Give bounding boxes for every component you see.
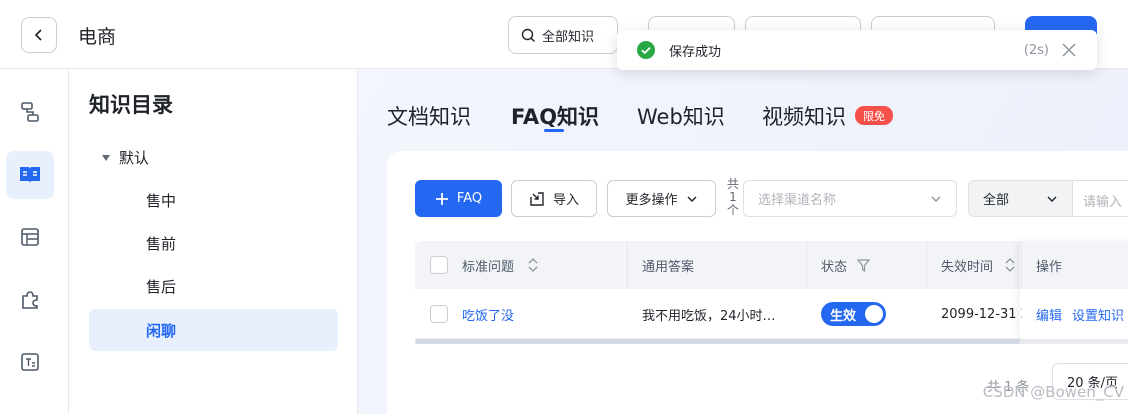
row-checkbox[interactable]: [430, 305, 448, 323]
close-icon[interactable]: [1061, 42, 1077, 58]
faq-card: FAQ 导入 更多操作 共 1 个 选择渠道名称 全部 请输入 标准问题 通用答…: [387, 151, 1128, 414]
back-button[interactable]: [21, 17, 57, 53]
chevron-down-icon: [687, 196, 696, 202]
rail-item-flow[interactable]: [6, 88, 54, 136]
column-header-label: 标准问题: [462, 259, 515, 275]
plus-icon: [435, 192, 448, 205]
faq-table: 标准问题 通用答案 状态 失效时间 操作 吃饭了没 我不用吃饭，24小时… 生效…: [415, 241, 1128, 345]
question-link[interactable]: 吃饭了没: [462, 305, 514, 324]
cell-answer: 我不用吃饭，24小时…: [642, 308, 776, 324]
add-faq-label: FAQ: [456, 191, 483, 206]
filter-icon[interactable]: [857, 258, 871, 272]
catalog-item[interactable]: 售前: [89, 222, 338, 264]
total-count: 共 1 个: [727, 178, 739, 217]
select-all-checkbox[interactable]: [430, 256, 448, 274]
column-header-status: 状态: [807, 241, 927, 289]
horizontal-scrollbar[interactable]: [415, 339, 1128, 344]
filter-select-value: 全部: [983, 193, 1010, 208]
catalog-root-node[interactable]: 默认: [101, 147, 149, 168]
search-input[interactable]: 请输入: [1083, 191, 1122, 210]
catalog-item[interactable]: 售中: [89, 179, 338, 221]
watermark: CSDN @Bowen_CV: [982, 383, 1124, 401]
active-tab-indicator: [544, 129, 564, 132]
caret-down-icon: [102, 154, 110, 161]
rail-item-plugin[interactable]: [6, 276, 54, 324]
app-window: 电商 全部知识 发布 保存成功 (2s): [0, 0, 1128, 414]
catalog-item-label: 售中: [146, 191, 177, 210]
rail-item-knowledge[interactable]: [6, 151, 54, 199]
column-header-expiry[interactable]: 失效时间: [927, 241, 1022, 289]
tab-video[interactable]: 视频知识: [762, 101, 846, 131]
tab-faq[interactable]: FAQ知识: [511, 101, 599, 131]
channel-select[interactable]: 选择渠道名称: [743, 180, 957, 217]
column-header-label: 失效时间: [941, 259, 994, 275]
free-badge: 限免: [855, 106, 893, 125]
add-faq-button[interactable]: FAQ: [415, 180, 502, 217]
scrollbar-thumb[interactable]: [415, 339, 1020, 344]
column-header-label: 通用答案: [642, 259, 695, 275]
cell-question: 吃饭了没: [430, 289, 628, 339]
status-toggle[interactable]: 生效: [821, 302, 886, 326]
success-toast: 保存成功 (2s): [617, 30, 1097, 70]
knowledge-catalog: 知识目录 默认 售中 售前 售后 闲聊: [69, 69, 358, 414]
filter-select[interactable]: 全部: [969, 181, 1073, 216]
sticky-column-shadow: [1020, 241, 1128, 339]
column-header-question[interactable]: 标准问题: [415, 241, 628, 289]
catalog-item-label: 售前: [146, 234, 177, 253]
chevron-left-icon: [34, 29, 42, 41]
check-circle-icon: [637, 41, 655, 59]
flow-icon: [21, 102, 39, 122]
catalog-root-label: 默认: [119, 149, 150, 167]
more-actions-button[interactable]: 更多操作: [607, 180, 716, 217]
toast-timer: (2s): [1023, 42, 1049, 58]
rail-item-text[interactable]: [6, 338, 54, 386]
catalog-item-active[interactable]: 闲聊: [89, 309, 338, 351]
total-count-char: 个: [727, 203, 740, 217]
tab-document[interactable]: 文档知识: [387, 101, 471, 131]
channel-select-placeholder: 选择渠道名称: [758, 193, 837, 208]
main-content: 文档知识 FAQ知识 Web知识 视频知识 限免 FAQ 导入 更多操作 共 1…: [358, 69, 1128, 414]
cell-status: 生效: [821, 289, 927, 339]
import-button[interactable]: 导入: [511, 180, 597, 217]
toggle-knob: [865, 305, 883, 323]
more-actions-label: 更多操作: [625, 193, 678, 208]
sort-icon[interactable]: [1005, 257, 1015, 273]
chevron-down-icon: [1047, 196, 1057, 202]
column-header-answer: 通用答案: [628, 241, 807, 289]
all-knowledge-label: 全部知识: [542, 29, 595, 45]
knowledge-book-icon: [20, 167, 40, 183]
chevron-down-icon: [931, 196, 941, 202]
left-icon-rail: [0, 69, 69, 414]
catalog-item-label: 售后: [146, 277, 177, 296]
sort-icon[interactable]: [528, 257, 538, 273]
text-icon: [21, 353, 39, 371]
status-toggle-label: 生效: [830, 308, 857, 324]
catalog-item-label: 闲聊: [146, 321, 177, 340]
catalog-item[interactable]: 售后: [89, 265, 338, 307]
cell-expiry: 2099-12-31 2: [941, 306, 1022, 322]
plugin-icon: [22, 291, 38, 309]
catalog-title: 知识目录: [89, 93, 173, 117]
all-knowledge-button[interactable]: 全部知识: [508, 16, 618, 54]
column-header-label: 状态: [821, 259, 848, 275]
toast-message: 保存成功: [669, 44, 722, 60]
import-label: 导入: [552, 193, 579, 208]
page-title: 电商: [78, 26, 117, 48]
tab-web[interactable]: Web知识: [637, 101, 725, 131]
rail-item-table[interactable]: [6, 213, 54, 261]
import-icon: [530, 191, 544, 206]
search-combo: 全部 请输入: [968, 180, 1128, 217]
table-icon: [21, 228, 39, 246]
search-icon: [521, 28, 535, 42]
